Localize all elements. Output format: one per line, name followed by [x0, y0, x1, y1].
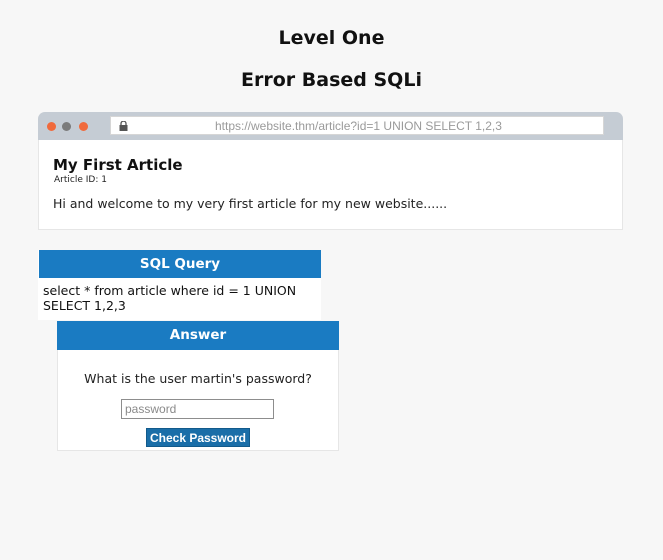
answer-header: Answer	[57, 321, 339, 350]
sql-query-text: select * from article where id = 1 UNION…	[43, 283, 297, 313]
maximize-dot-icon	[79, 122, 88, 131]
check-password-button[interactable]: Check Password	[146, 428, 250, 447]
page-title: Level One	[278, 27, 385, 49]
minimize-dot-icon	[62, 122, 71, 131]
page-subtitle: Error Based SQLi	[241, 69, 422, 91]
close-dot-icon	[47, 122, 56, 131]
article-id: Article ID: 1	[54, 175, 107, 185]
answer-panel: Answer What is the user martin's passwor…	[57, 321, 339, 451]
article-page: My First Article Article ID: 1 Hi and we…	[38, 140, 623, 230]
address-url: https://website.thm/article?id=1 UNION S…	[215, 119, 502, 133]
question-text: What is the user martin's password?	[84, 371, 312, 386]
browser-toolbar: https://website.thm/article?id=1 UNION S…	[38, 112, 623, 140]
sql-query-header: SQL Query	[39, 250, 321, 278]
browser-mockup: https://website.thm/article?id=1 UNION S…	[38, 112, 623, 230]
password-input[interactable]	[121, 399, 274, 419]
sql-query-panel: SQL Query select * from article where id…	[38, 250, 321, 320]
article-body: Hi and welcome to my very first article …	[53, 196, 448, 211]
address-bar: https://website.thm/article?id=1 UNION S…	[110, 116, 604, 135]
article-title: My First Article	[53, 156, 183, 174]
lock-icon	[119, 121, 128, 131]
